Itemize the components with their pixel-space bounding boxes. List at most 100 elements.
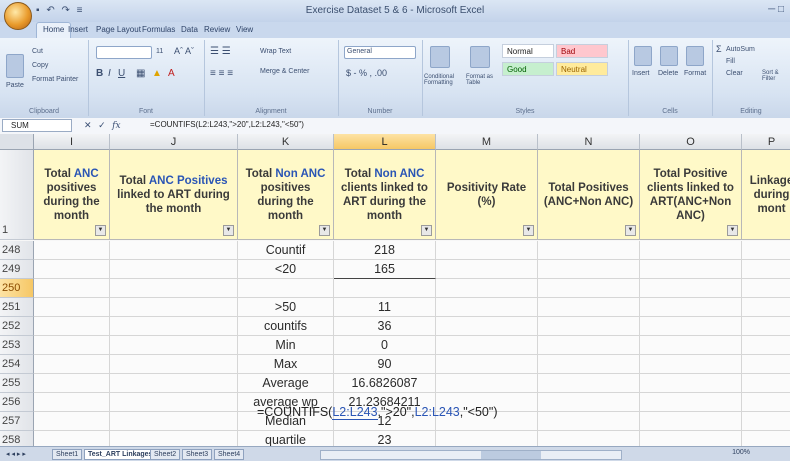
cell[interactable] [436,431,538,446]
row-header[interactable]: 252 [0,317,34,336]
tab-formulas[interactable]: Formulas [142,25,175,34]
window-controls[interactable]: ─ □ [768,4,784,15]
sheet-tab-sheet2[interactable]: Sheet2 [150,449,181,460]
header-cell-n[interactable]: Total Positives (ANC+Non ANC) ▼ [538,150,640,240]
column-header-p[interactable]: P [742,134,790,150]
tab-view[interactable]: View [236,25,253,34]
cell-l[interactable]: 165 [334,260,436,279]
grow-font-button[interactable]: Aˆ Aˇ [174,46,194,56]
cell[interactable] [538,317,640,336]
cell-l[interactable] [334,279,436,298]
insert-cells-button[interactable]: Insert [632,70,650,77]
bold-button[interactable]: B [96,68,103,79]
zoom-level[interactable]: 100% [732,449,750,456]
conditional-formatting-button[interactable]: Conditional Formatting [424,74,468,86]
font-size-box[interactable]: 11 [156,48,163,55]
cell[interactable] [742,374,790,393]
style-neutral[interactable]: Neutral [556,62,608,76]
cell[interactable] [436,260,538,279]
insert-cells-icon[interactable] [634,46,652,66]
cell[interactable] [34,260,110,279]
paste-button[interactable]: Paste [6,82,24,89]
filter-dropdown-icon[interactable]: ▼ [95,225,106,236]
cell[interactable] [742,393,790,412]
sheet-tab-test-art-linkages[interactable]: Test_ART Linkages [84,449,157,460]
fill-color-button[interactable]: ▲ [152,68,162,79]
cell[interactable] [110,355,238,374]
cell[interactable] [538,241,640,260]
row-header[interactable]: 248 [0,241,34,260]
cell[interactable] [110,374,238,393]
underline-button[interactable]: U [118,68,125,79]
cell-k[interactable]: Max [238,355,334,374]
cell[interactable] [110,431,238,446]
row-header-1[interactable]: 1 [0,150,34,240]
scroll-thumb[interactable] [481,451,541,459]
row-header[interactable]: 258 [0,431,34,446]
header-cell-j[interactable]: Total ANC Positives linked to ART during… [110,150,238,240]
merge-center-button[interactable]: Merge & Center [260,68,309,75]
cell[interactable] [34,412,110,431]
align-top-button[interactable]: ☰ ☰ [210,46,231,57]
cell[interactable] [640,374,742,393]
cell[interactable] [640,298,742,317]
cut-button[interactable]: Cut [32,48,43,55]
cell[interactable] [538,412,640,431]
enter-icon[interactable]: ✓ [98,120,106,130]
tab-review[interactable]: Review [204,25,230,34]
cell[interactable] [34,355,110,374]
column-header-m[interactable]: M [436,134,538,150]
tab-data[interactable]: Data [181,25,198,34]
cell[interactable] [538,260,640,279]
cell[interactable] [742,336,790,355]
cell-l[interactable]: 218 [334,241,436,260]
cell[interactable] [640,279,742,298]
cell[interactable] [742,412,790,431]
header-cell-k[interactable]: Total Non ANC positives during the month… [238,150,334,240]
cell-k[interactable]: quartile [238,431,334,446]
office-button[interactable] [4,2,32,30]
cell-k[interactable]: Average [238,374,334,393]
row-header[interactable]: 257 [0,412,34,431]
row-header[interactable]: 251 [0,298,34,317]
autosum-icon[interactable]: Σ [716,44,722,54]
cell[interactable] [742,317,790,336]
cell[interactable] [436,336,538,355]
cell[interactable] [110,279,238,298]
cell[interactable] [34,336,110,355]
column-header-l[interactable]: L [334,134,436,150]
column-header-o[interactable]: O [640,134,742,150]
row-header[interactable]: 255 [0,374,34,393]
horizontal-scrollbar[interactable] [320,450,622,460]
cell[interactable] [34,317,110,336]
cell[interactable] [640,317,742,336]
cell[interactable] [110,393,238,412]
cell[interactable] [742,260,790,279]
style-bad[interactable]: Bad [556,44,608,58]
format-cells-icon[interactable] [686,46,704,66]
header-cell-i[interactable]: Total ANC positives during the month ▼ [34,150,110,240]
tab-page-layout[interactable]: Page Layout [96,25,141,34]
header-cell-p[interactable]: Linkage during mont [742,150,790,240]
format-table-icon[interactable] [470,46,490,68]
sort-filter-button[interactable]: Sort & Filter [762,70,788,82]
paste-icon[interactable] [6,54,24,78]
column-header-k[interactable]: K [238,134,334,150]
cell[interactable] [538,336,640,355]
cell[interactable] [34,393,110,412]
cell[interactable] [436,279,538,298]
wrap-text-button[interactable]: Wrap Text [260,48,291,55]
cell-k[interactable] [238,279,334,298]
cell[interactable] [742,279,790,298]
cell[interactable] [538,279,640,298]
filter-dropdown-icon[interactable]: ▼ [727,225,738,236]
conditional-formatting-icon[interactable] [430,46,450,68]
cell[interactable] [34,279,110,298]
cell[interactable] [742,298,790,317]
cell-l[interactable]: 90 [334,355,436,374]
formula-input[interactable]: =COUNTIFS(L2:L243,">20",L2:L243,"<50") [150,120,304,129]
filter-dropdown-icon[interactable]: ▼ [319,225,330,236]
align-left-button[interactable]: ≡ ≡ ≡ [210,68,233,79]
cell-l[interactable]: 23 [334,431,436,446]
cell[interactable] [538,431,640,446]
